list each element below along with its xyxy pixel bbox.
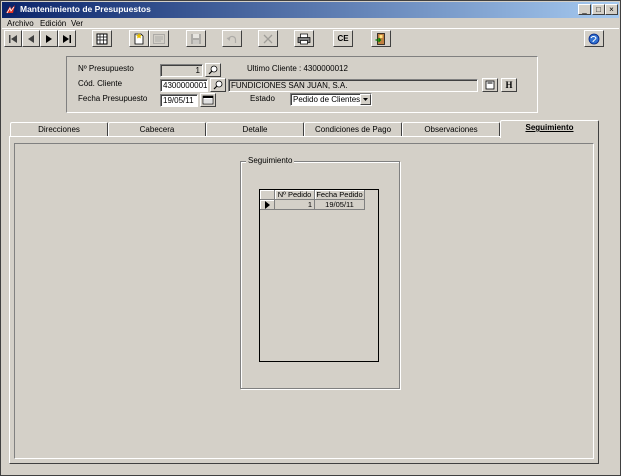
- help-globe-icon: [588, 33, 600, 44]
- close-button[interactable]: ×: [605, 4, 618, 15]
- column-header-pedido[interactable]: Nº Pedido: [275, 190, 315, 200]
- tab-direcciones[interactable]: Direcciones: [10, 122, 108, 137]
- cliente-card-button[interactable]: [482, 78, 498, 92]
- estado-dropdown-button[interactable]: [360, 94, 371, 105]
- undo-button[interactable]: [222, 30, 242, 47]
- grid-view-button[interactable]: [92, 30, 112, 47]
- printer-icon: [297, 33, 311, 44]
- toolbar: CE: [2, 28, 619, 48]
- tab-condiciones-label: Condiciones de Pago: [314, 125, 392, 134]
- window-title: Mantenimiento de Presupuestos: [20, 4, 151, 14]
- tab-seguimiento-label: Seguimiento: [525, 123, 574, 132]
- minimize-button[interactable]: _: [578, 4, 591, 15]
- save-button[interactable]: [186, 30, 206, 47]
- column-header-fecha[interactable]: Fecha Pedido: [315, 190, 365, 200]
- pedidos-grid[interactable]: Nº Pedido Fecha Pedido 1 19/05/11: [259, 189, 379, 362]
- edit-record-button[interactable]: [149, 30, 169, 47]
- title-bar[interactable]: Mantenimiento de Presupuestos _ □ ×: [2, 2, 619, 18]
- edit-form-icon: [153, 33, 165, 44]
- cell-pedido[interactable]: 1: [275, 200, 315, 210]
- calendar-icon: [202, 95, 214, 105]
- undo-icon: [226, 35, 237, 43]
- next-record-icon: [46, 34, 52, 43]
- search-cliente-button[interactable]: [210, 78, 226, 92]
- last-record-button[interactable]: [58, 30, 76, 47]
- maximize-button[interactable]: □: [592, 4, 605, 15]
- ultimo-cliente-text: Ultimo Cliente : 4300000012: [247, 64, 348, 73]
- delete-x-icon: [263, 34, 273, 43]
- exit-button[interactable]: [371, 30, 391, 47]
- calendar-button[interactable]: [200, 93, 216, 107]
- tab-observaciones[interactable]: Observaciones: [402, 122, 500, 137]
- tab-cabecera-label: Cabecera: [139, 125, 175, 134]
- previous-record-icon: [28, 34, 34, 43]
- row-indicator[interactable]: [260, 200, 275, 210]
- floppy-disk-icon: [191, 33, 201, 44]
- delete-button[interactable]: [258, 30, 278, 47]
- magnifier-icon: [208, 65, 218, 75]
- fecha-label: Fecha Presupuesto: [78, 94, 148, 103]
- fecha-field[interactable]: 19/05/11: [160, 94, 198, 107]
- last-record-icon: [63, 34, 71, 43]
- tab-seguimiento[interactable]: Seguimiento: [500, 120, 599, 138]
- estado-value: Pedido de Clientes: [293, 95, 361, 104]
- grid-corner: [260, 190, 275, 200]
- magnifier-icon: [213, 80, 223, 90]
- tab-direcciones-label: Direcciones: [38, 125, 80, 134]
- ce-button[interactable]: CE: [333, 30, 353, 47]
- grid-icon: [96, 33, 108, 44]
- tab-condiciones-de-pago[interactable]: Condiciones de Pago: [304, 122, 402, 137]
- history-h-button[interactable]: H: [501, 78, 517, 92]
- cliente-label: Cód. Cliente: [78, 79, 123, 88]
- current-row-arrow-icon: [265, 201, 270, 209]
- tab-observaciones-label: Observaciones: [424, 125, 478, 134]
- next-record-button[interactable]: [40, 30, 58, 47]
- new-record-button[interactable]: [129, 30, 149, 47]
- cell-fecha[interactable]: 19/05/11: [315, 200, 365, 210]
- disk-icon: [485, 80, 495, 90]
- exit-door-icon: [375, 32, 385, 45]
- cliente-code-field[interactable]: 4300000001: [160, 79, 208, 92]
- group-title: Seguimiento: [246, 156, 295, 165]
- new-document-icon: [134, 32, 144, 44]
- first-record-button[interactable]: [4, 30, 22, 47]
- estado-select[interactable]: Pedido de Clientes: [290, 93, 372, 106]
- first-record-icon: [9, 34, 17, 43]
- application-window: Mantenimiento de Presupuestos _ □ × Arch…: [0, 0, 621, 476]
- previous-record-button[interactable]: [22, 30, 40, 47]
- cliente-name-field: FUNDICIONES SAN JUAN, S.A.: [228, 79, 478, 92]
- search-presupuesto-button[interactable]: [205, 63, 221, 77]
- tab-detalle[interactable]: Detalle: [206, 122, 304, 137]
- presupuesto-field[interactable]: 1: [160, 64, 203, 77]
- estado-label: Estado: [250, 94, 275, 103]
- presupuesto-label: Nº Presupuesto: [78, 64, 134, 73]
- help-button[interactable]: [584, 30, 604, 47]
- chevron-down-icon: [363, 98, 368, 101]
- tab-detalle-label: Detalle: [242, 125, 268, 134]
- print-button[interactable]: [294, 30, 314, 47]
- tab-cabecera[interactable]: Cabecera: [108, 122, 206, 137]
- app-icon: [5, 4, 17, 15]
